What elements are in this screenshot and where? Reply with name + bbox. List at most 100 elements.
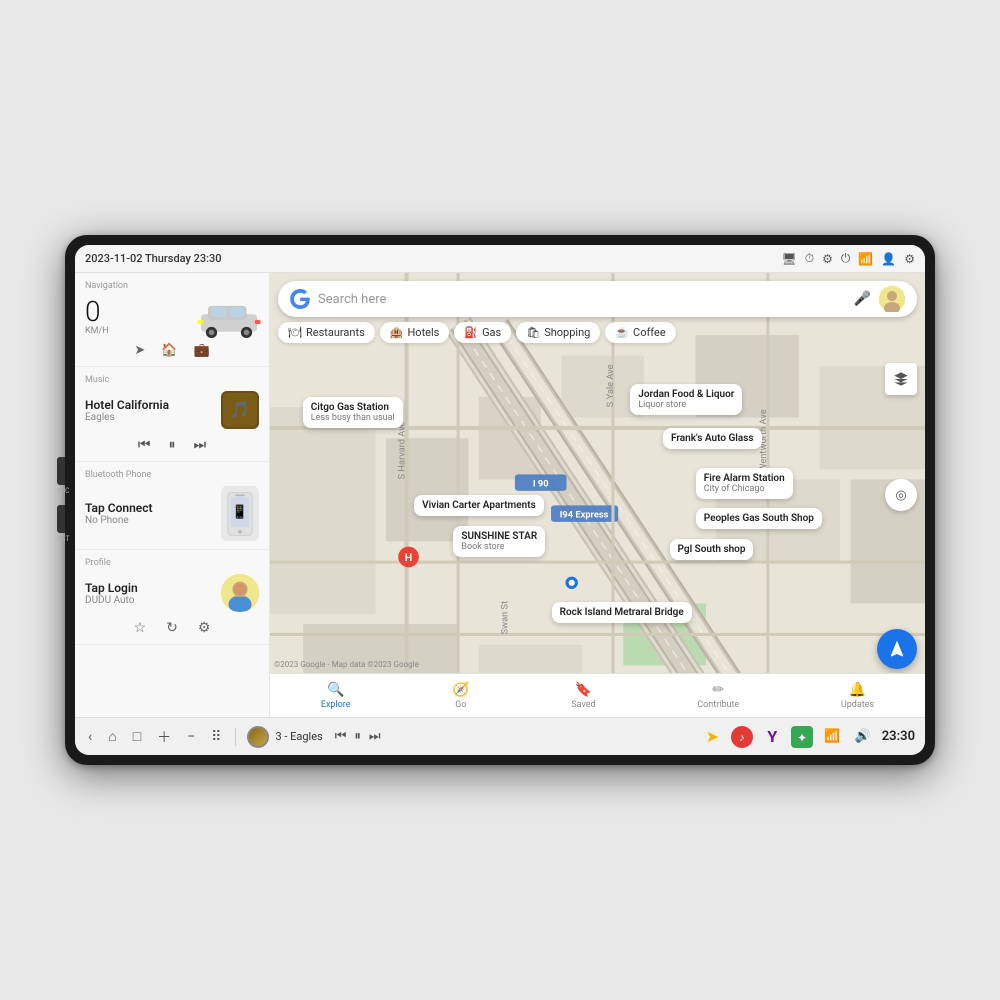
place-card-firealarm[interactable]: Fire Alarm Station City of Chicago (696, 468, 793, 499)
taskbar-music-label: 3 - Eagles (275, 730, 322, 743)
gear-icon: ⚙ (904, 252, 915, 266)
place-card-vivian[interactable]: Vivian Carter Apartments (414, 495, 544, 516)
taskbar-right: ➤ ♪ Y ✦ 📶 🔊 (701, 726, 915, 748)
mic-btn[interactable]: 🎤 (854, 291, 871, 307)
place-card-franks[interactable]: Frank's Auto Glass (663, 428, 762, 449)
search-input-row[interactable]: Search here 🎤 (278, 281, 917, 317)
restaurants-filter[interactable]: 🍽 Restaurants (278, 322, 375, 343)
saved-icon: 🔖 (575, 682, 592, 698)
taskbar-app-icon[interactable]: ✦ (791, 726, 813, 748)
sunshine-sub: Book store (461, 542, 537, 552)
mic-button[interactable]: MIC (57, 457, 70, 495)
coffee-filter[interactable]: ☕ Coffee (605, 322, 675, 343)
explore-label: Explore (321, 700, 351, 710)
taskbar-volume-icon[interactable]: 🔊 (852, 726, 874, 747)
jordan-sub: Liquor store (638, 400, 734, 410)
shopping-filter[interactable]: 🛍 Shopping (516, 322, 600, 343)
profile-title: Profile (85, 558, 259, 568)
place-card-sunshine[interactable]: SUNSHINE STAR Book store (453, 526, 545, 557)
home-btn[interactable]: ⌂ (105, 725, 119, 748)
bt-title: Bluetooth Phone (85, 470, 259, 480)
speed-unit: KM/H (85, 326, 109, 336)
taskbar-music: 3 - Eagles (247, 726, 322, 748)
place-card-peoples[interactable]: Peoples Gas South Shop (696, 508, 822, 529)
gas-icon: ⛽ (464, 326, 478, 339)
album-art: 🎵 (221, 391, 259, 429)
search-filters: 🍽 Restaurants 🏨 Hotels ⛽ Gas 🛍 (278, 322, 917, 343)
saved-label: Saved (571, 700, 595, 710)
saved-tab[interactable]: 🔖 Saved (563, 678, 603, 714)
taskbar-music-controls: ⏮ ⏸ ⏭ (335, 729, 381, 744)
citgo-sub: Less busy than usual (311, 413, 395, 423)
taskbar-music-icon[interactable]: ♪ (731, 726, 753, 748)
back-btn[interactable]: ‹ (85, 726, 95, 748)
go-tab[interactable]: 🧭 Go (444, 678, 477, 714)
timer-icon: ⏱ (805, 251, 814, 266)
add-btn[interactable]: ＋ (154, 724, 174, 750)
layers-btn[interactable] (885, 363, 917, 395)
speed-display: 0 KM/H (85, 298, 109, 336)
prev-track-btn[interactable]: ⏮ (138, 437, 151, 453)
bt-content: Tap Connect No Phone 📱 (85, 486, 259, 541)
svg-text:Swan St: Swan St (500, 601, 511, 635)
next-track-btn[interactable]: ⏭ (194, 437, 207, 453)
refresh-btn[interactable]: ↻ (166, 620, 178, 636)
jordan-name: Jordan Food & Liquor (638, 389, 734, 400)
sunshine-name: SUNSHINE STAR (461, 531, 537, 542)
svg-text:S Harvard Ave: S Harvard Ave (396, 421, 407, 479)
place-card-jordan[interactable]: Jordan Food & Liquor Liquor store (630, 384, 742, 415)
taskbar-yahoo-icon[interactable]: Y (761, 726, 783, 748)
shopping-icon: 🛍 (526, 326, 540, 339)
play-pause-btn[interactable]: ⏸ (169, 437, 176, 453)
car-icon (194, 297, 259, 337)
status-icons: 🖥 ⏱ ⚙ ⏻ 📶 👤 ⚙ (781, 251, 915, 266)
map-container[interactable]: I 90 I94 Express S Harvard Ave S Yale Av… (270, 273, 925, 717)
star-btn[interactable]: ☆ (134, 620, 147, 636)
svg-text:S Yale Ave: S Yale Ave (605, 364, 616, 407)
citgo-name: Citgo Gas Station (311, 402, 395, 413)
profile-info: Tap Login DUDU Auto (85, 581, 213, 606)
hotel-icon: 🏨 (390, 326, 404, 339)
navigate-fab[interactable] (877, 629, 917, 669)
updates-label: Updates (841, 700, 874, 710)
go-icon: 🧭 (452, 682, 469, 698)
taskbar-next-btn[interactable]: ⏭ (369, 729, 381, 744)
user-avatar[interactable] (879, 286, 905, 312)
taskbar-prev-btn[interactable]: ⏮ (335, 729, 347, 744)
updates-tab[interactable]: 🔔 Updates (833, 678, 882, 714)
place-card-citgo[interactable]: Citgo Gas Station Less busy than usual (303, 397, 403, 428)
minus-btn[interactable]: − (184, 726, 198, 748)
taskbar-playpause-btn[interactable]: ⏸ (354, 729, 361, 744)
place-card-rockisland[interactable]: Rock Island Metraral Bridge (552, 602, 692, 623)
square-btn[interactable]: □ (130, 725, 144, 748)
rst-button[interactable]: RST (57, 505, 70, 543)
home-btn[interactable]: 🏠 (161, 343, 177, 358)
taskbar-nav-icon[interactable]: ➤ (701, 726, 723, 748)
taskbar-album-art (247, 726, 269, 748)
wifi-icon: 📶 (858, 252, 873, 266)
settings-btn[interactable]: ⚙ (198, 620, 211, 636)
grid-btn[interactable]: ⠿ (208, 726, 224, 748)
gas-filter[interactable]: ⛽ Gas (454, 322, 511, 343)
hotels-filter[interactable]: 🏨 Hotels (380, 322, 450, 343)
briefcase-btn[interactable]: 💼 (193, 343, 209, 358)
place-card-pgl[interactable]: Pgl South shop (670, 539, 754, 560)
speed-value: 0 (85, 298, 109, 326)
nav-title: Navigation (85, 281, 259, 291)
navigate-btn[interactable]: ➤ (134, 343, 145, 358)
updates-icon: 🔔 (849, 682, 866, 698)
music-section: Music Hotel California Eagles 🎵 (75, 367, 269, 462)
contribute-tab[interactable]: ✏ Contribute (689, 678, 747, 714)
taskbar-nav: ‹ ⌂ □ ＋ − ⠿ (85, 724, 224, 750)
svg-text:I94 Express: I94 Express (560, 510, 609, 521)
map-controls: ◎ (885, 479, 917, 511)
svg-text:H: H (405, 551, 412, 564)
vivian-name: Vivian Carter Apartments (422, 500, 536, 511)
bt-info: Tap Connect No Phone (85, 501, 213, 526)
compass-btn[interactable]: ◎ (885, 479, 917, 511)
peoples-name: Peoples Gas South Shop (704, 513, 814, 524)
main-content: Navigation 0 KM/H (75, 273, 925, 717)
svg-text:✦: ✦ (797, 731, 807, 745)
track-name: Hotel California (85, 398, 213, 412)
explore-tab[interactable]: 🔍 Explore (313, 678, 359, 714)
